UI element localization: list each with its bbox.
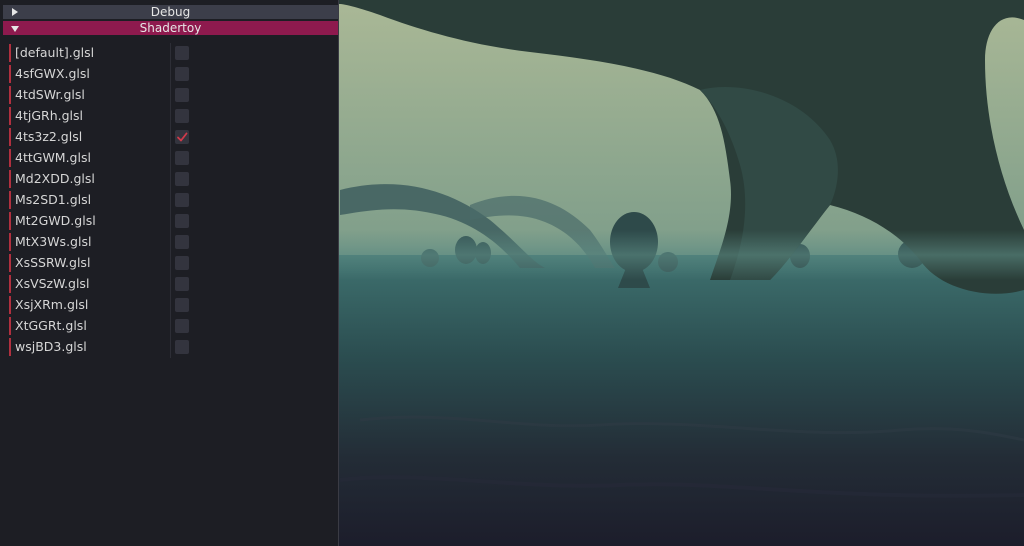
shader-file-label[interactable]: Md2XDD.glsl: [15, 171, 95, 187]
column-divider: [170, 64, 171, 85]
shader-list: [default].glsl 4sfGWX.glsl 4tdSWr.glsl 4tjG…: [0, 43, 338, 358]
shader-list-item[interactable]: XtGGRt.glsl: [0, 316, 338, 337]
column-divider: [170, 211, 171, 232]
shader-enable-checkbox[interactable]: [175, 319, 189, 333]
shader-enable-checkbox[interactable]: [175, 214, 189, 228]
shader-enable-checkbox[interactable]: [175, 193, 189, 207]
shader-list-item[interactable]: 4tdSWr.glsl: [0, 85, 338, 106]
expanded-arrow-icon: [11, 26, 19, 32]
shader-enable-checkbox[interactable]: [175, 130, 189, 144]
shader-file-label[interactable]: XsSSRW.glsl: [15, 255, 90, 271]
shader-list-item[interactable]: [default].glsl: [0, 43, 338, 64]
shadertoy-header-label: Shadertoy: [139, 21, 202, 35]
item-accent-bar: [9, 275, 11, 293]
shader-file-label[interactable]: MtX3Ws.glsl: [15, 234, 91, 250]
shader-file-label[interactable]: 4ttGWM.glsl: [15, 150, 91, 166]
item-accent-bar: [9, 317, 11, 335]
column-divider: [170, 190, 171, 211]
shader-list-item[interactable]: wsjBD3.glsl: [0, 337, 338, 358]
shader-list-item[interactable]: XsSSRW.glsl: [0, 253, 338, 274]
shader-list-item[interactable]: MtX3Ws.glsl: [0, 232, 338, 253]
shader-file-label[interactable]: [default].glsl: [15, 45, 94, 61]
item-accent-bar: [9, 149, 11, 167]
column-divider: [170, 148, 171, 169]
shader-file-label[interactable]: wsjBD3.glsl: [15, 339, 87, 355]
shader-enable-checkbox[interactable]: [175, 67, 189, 81]
shader-enable-checkbox[interactable]: [175, 172, 189, 186]
shader-list-item[interactable]: 4ttGWM.glsl: [0, 148, 338, 169]
shader-file-label[interactable]: XsjXRm.glsl: [15, 297, 88, 313]
shader-enable-checkbox[interactable]: [175, 340, 189, 354]
checkmark-icon: [177, 132, 188, 142]
column-divider: [170, 337, 171, 358]
shader-list-item[interactable]: Md2XDD.glsl: [0, 169, 338, 190]
item-accent-bar: [9, 233, 11, 251]
shader-enable-checkbox[interactable]: [175, 46, 189, 60]
shader-file-label[interactable]: Mt2GWD.glsl: [15, 213, 96, 229]
item-accent-bar: [9, 65, 11, 83]
item-accent-bar: [9, 128, 11, 146]
shader-list-item[interactable]: 4tjGRh.glsl: [0, 106, 338, 127]
column-divider: [170, 106, 171, 127]
debug-header-label: Debug: [150, 5, 191, 19]
item-accent-bar: [9, 86, 11, 104]
column-divider: [170, 295, 171, 316]
shader-file-label[interactable]: XsVSzW.glsl: [15, 276, 89, 292]
collapsed-arrow-icon: [12, 8, 18, 16]
shader-enable-checkbox[interactable]: [175, 88, 189, 102]
shadertoy-collapsing-header[interactable]: Shadertoy: [3, 21, 338, 35]
shader-enable-checkbox[interactable]: [175, 277, 189, 291]
column-divider: [170, 127, 171, 148]
item-accent-bar: [9, 296, 11, 314]
shader-enable-checkbox[interactable]: [175, 235, 189, 249]
item-accent-bar: [9, 254, 11, 272]
shader-list-item[interactable]: 4sfGWX.glsl: [0, 64, 338, 85]
shader-enable-checkbox[interactable]: [175, 256, 189, 270]
item-accent-bar: [9, 107, 11, 125]
item-accent-bar: [9, 338, 11, 356]
shader-list-item[interactable]: Ms2SD1.glsl: [0, 190, 338, 211]
column-divider: [170, 274, 171, 295]
shader-list-item[interactable]: XsjXRm.glsl: [0, 295, 338, 316]
item-accent-bar: [9, 44, 11, 62]
shader-file-label[interactable]: 4sfGWX.glsl: [15, 66, 90, 82]
column-divider: [170, 169, 171, 190]
column-divider: [170, 43, 171, 64]
column-divider: [170, 253, 171, 274]
shader-list-item[interactable]: Mt2GWD.glsl: [0, 211, 338, 232]
shader-file-label[interactable]: 4ts3z2.glsl: [15, 129, 82, 145]
shader-file-label[interactable]: Ms2SD1.glsl: [15, 192, 91, 208]
shader-file-label[interactable]: 4tdSWr.glsl: [15, 87, 85, 103]
item-accent-bar: [9, 170, 11, 188]
shader-selector-panel: Debug Shadertoy [default].glsl 4sfGWX.gls…: [0, 0, 339, 546]
shader-file-label[interactable]: XtGGRt.glsl: [15, 318, 87, 334]
column-divider: [170, 316, 171, 337]
item-accent-bar: [9, 212, 11, 230]
column-divider: [170, 85, 171, 106]
shader-list-item[interactable]: XsVSzW.glsl: [0, 274, 338, 295]
shader-enable-checkbox[interactable]: [175, 298, 189, 312]
column-divider: [170, 232, 171, 253]
shader-enable-checkbox[interactable]: [175, 151, 189, 165]
shader-enable-checkbox[interactable]: [175, 109, 189, 123]
shader-file-label[interactable]: 4tjGRh.glsl: [15, 108, 83, 124]
shader-list-item[interactable]: 4ts3z2.glsl: [0, 127, 338, 148]
item-accent-bar: [9, 191, 11, 209]
debug-collapsing-header[interactable]: Debug: [3, 5, 338, 19]
